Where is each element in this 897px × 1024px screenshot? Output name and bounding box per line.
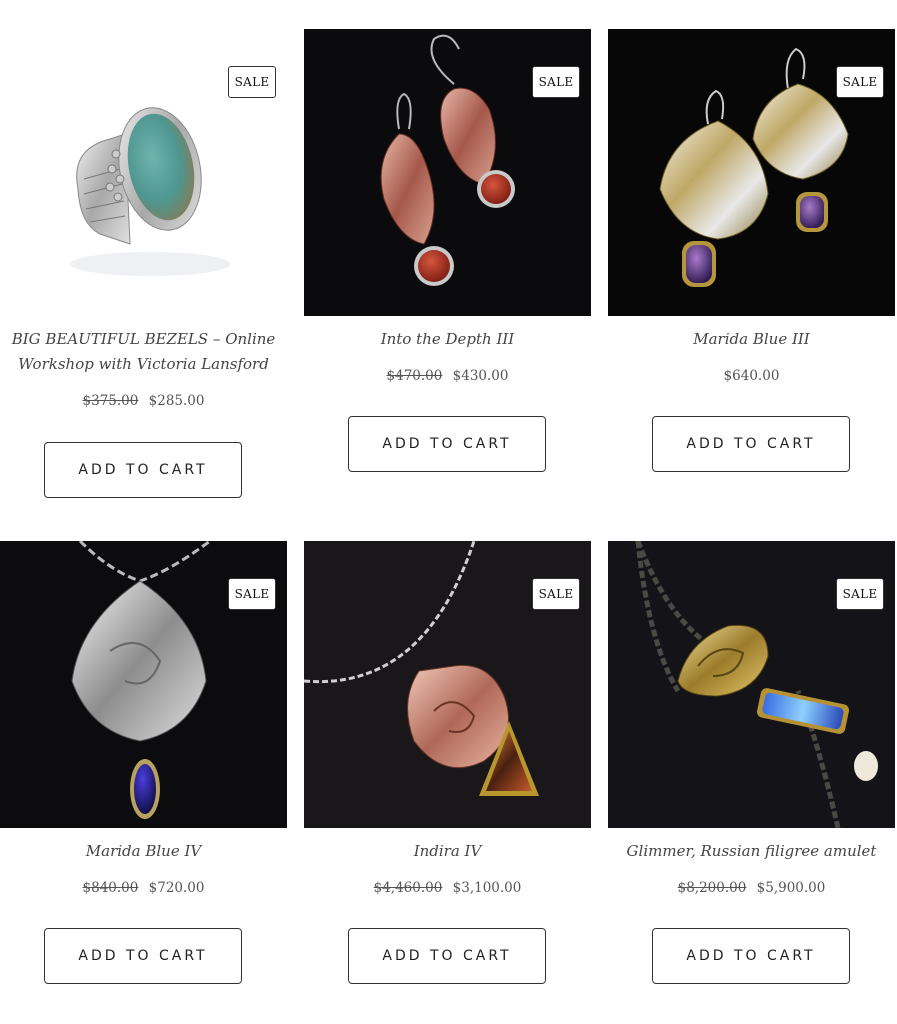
product-card: SALE Marida Blue IV $840.00 $720.00 ADD … xyxy=(0,541,287,984)
sale-price: $720.00 xyxy=(148,880,205,896)
sale-badge: SALE xyxy=(228,578,276,610)
sale-price: $5,900.00 xyxy=(756,880,826,896)
sale-badge: SALE xyxy=(532,66,580,98)
sale-price: $640.00 xyxy=(723,368,780,384)
sale-badge: SALE xyxy=(228,66,276,98)
product-card: SALE Glimmer, Russian filigree amulet $8… xyxy=(608,541,895,984)
sale-badge: SALE xyxy=(836,66,884,98)
sale-badge: SALE xyxy=(836,578,884,610)
sale-price: $3,100.00 xyxy=(452,880,522,896)
product-card: SALE Into the Depth III $470.00 $430.00 … xyxy=(304,29,591,472)
sale-price: $285.00 xyxy=(148,393,205,409)
add-to-cart-button[interactable]: ADD TO CART xyxy=(348,416,546,472)
product-card: SALE Marida Blue III $640.00 ADD TO CART xyxy=(608,29,895,472)
add-to-cart-button[interactable]: ADD TO CART xyxy=(652,928,850,984)
original-price: $470.00 xyxy=(386,368,443,384)
original-price: $8,200.00 xyxy=(677,880,747,896)
product-title[interactable]: Marida Blue IV xyxy=(0,839,287,864)
sale-price: $430.00 xyxy=(452,368,509,384)
product-price: $4,460.00 $3,100.00 xyxy=(304,880,591,896)
product-price: $640.00 xyxy=(608,368,895,384)
add-to-cart-button[interactable]: ADD TO CART xyxy=(44,928,242,984)
product-title[interactable]: Into the Depth III xyxy=(304,327,591,352)
product-image-copper-earrings[interactable]: SALE xyxy=(304,29,591,316)
original-price: $4,460.00 xyxy=(373,880,443,896)
product-image-marida-pendant[interactable]: SALE xyxy=(0,541,287,828)
product-price: $375.00 $285.00 xyxy=(0,393,287,409)
product-price: $8,200.00 $5,900.00 xyxy=(608,880,895,896)
product-image-indira-pendant[interactable]: SALE xyxy=(304,541,591,828)
product-title[interactable]: Glimmer, Russian filigree amulet xyxy=(608,839,895,864)
product-image-marida-earrings[interactable]: SALE xyxy=(608,29,895,316)
product-title[interactable]: Indira IV xyxy=(304,839,591,864)
product-card: SALE BIG BEAUTIFUL BEZELS – Online Works… xyxy=(0,29,287,498)
add-to-cart-button[interactable]: ADD TO CART xyxy=(348,928,546,984)
product-title[interactable]: BIG BEAUTIFUL BEZELS – Online Workshop w… xyxy=(0,327,287,377)
original-price: $840.00 xyxy=(82,880,139,896)
product-price: $840.00 $720.00 xyxy=(0,880,287,896)
product-image-turquoise-ring[interactable]: SALE xyxy=(0,29,287,316)
product-price: $470.00 $430.00 xyxy=(304,368,591,384)
add-to-cart-button[interactable]: ADD TO CART xyxy=(652,416,850,472)
product-card: SALE Indira IV $4,460.00 $3,100.00 ADD T… xyxy=(304,541,591,984)
product-grid: SALE BIG BEAUTIFUL BEZELS – Online Works… xyxy=(0,0,897,1024)
product-image-glimmer-amulet[interactable]: SALE xyxy=(608,541,895,828)
product-title[interactable]: Marida Blue III xyxy=(608,327,895,352)
sale-badge: SALE xyxy=(532,578,580,610)
original-price: $375.00 xyxy=(82,393,139,409)
add-to-cart-button[interactable]: ADD TO CART xyxy=(44,442,242,498)
